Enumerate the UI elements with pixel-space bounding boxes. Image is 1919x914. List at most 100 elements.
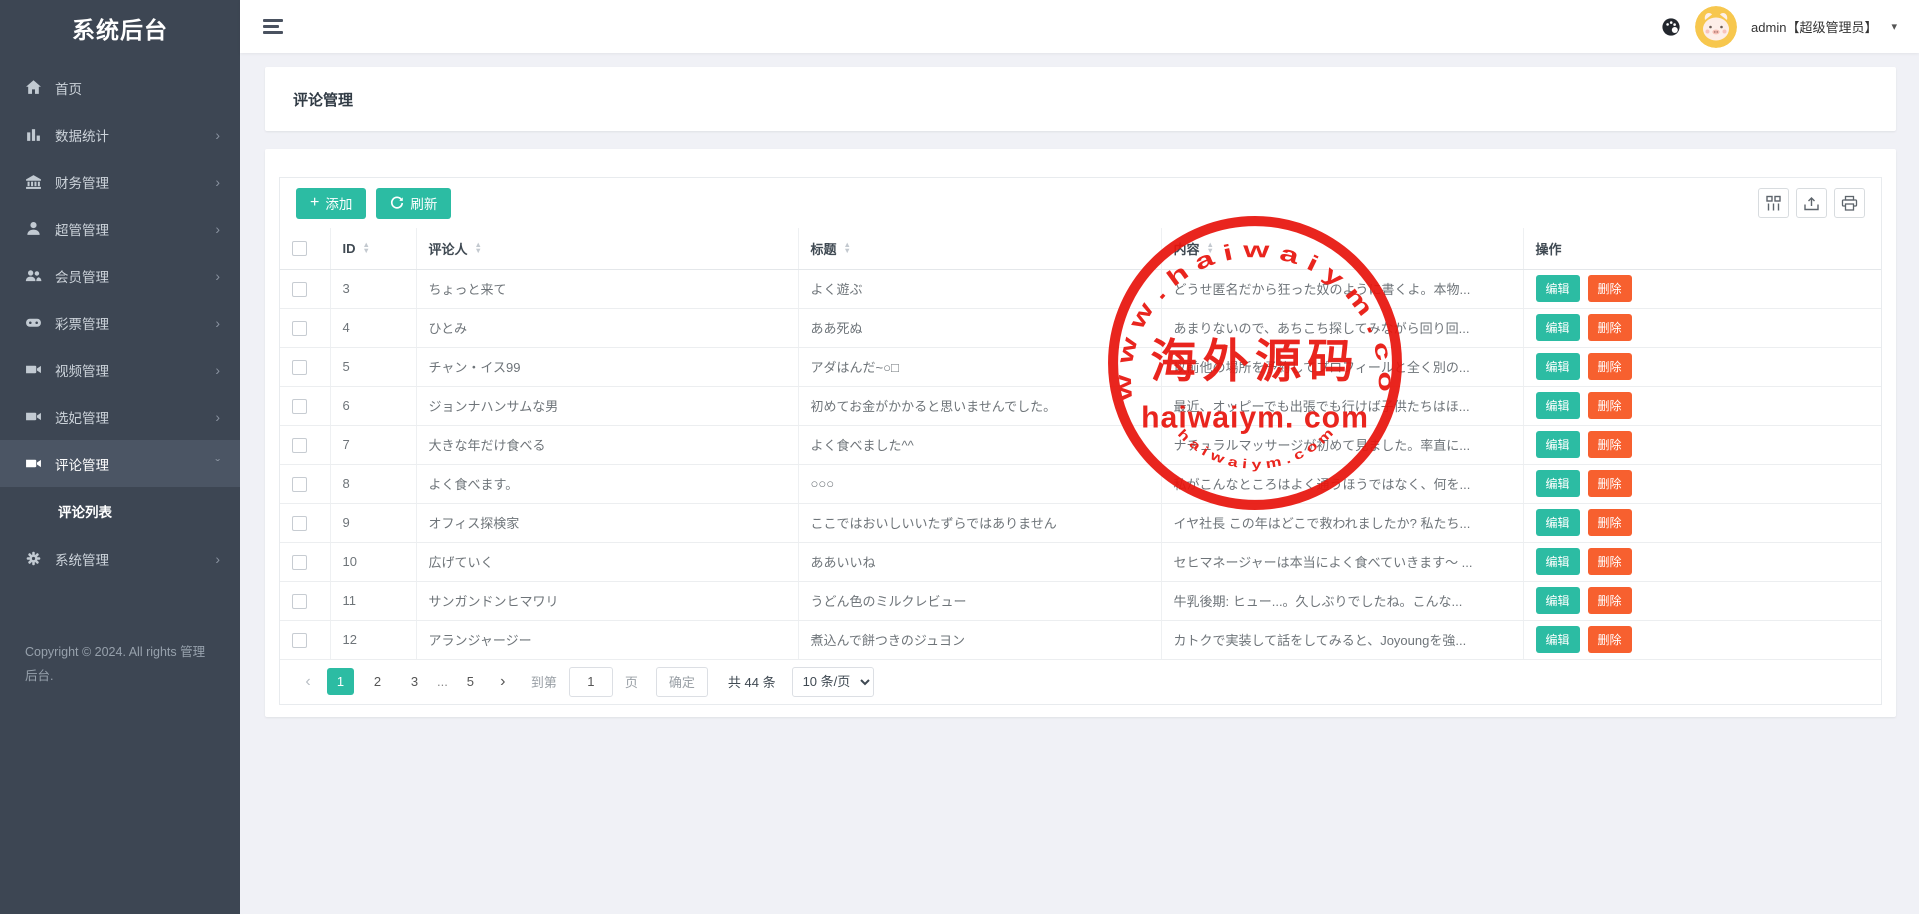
cell-reviewer: ひとみ xyxy=(416,308,798,347)
sidebar-item-system[interactable]: 系统管理 › xyxy=(0,535,240,582)
sidebar-item-xuanfei[interactable]: 选妃管理 › xyxy=(0,393,240,440)
avatar[interactable] xyxy=(1695,6,1737,48)
row-checkbox[interactable] xyxy=(292,282,307,297)
home-icon xyxy=(25,79,42,96)
cell-reviewer: ジョンナハンサムな男 xyxy=(416,386,798,425)
row-checkbox[interactable] xyxy=(292,477,307,492)
delete-button[interactable]: 删除 xyxy=(1588,353,1632,380)
header-reviewer[interactable]: 评论人▲▼ xyxy=(416,228,798,269)
cell-reviewer: 大きな年だけ食べる xyxy=(416,425,798,464)
chart-icon xyxy=(25,126,42,143)
edit-button[interactable]: 编辑 xyxy=(1536,392,1580,419)
table-row: 4 ひとみ ああ死ぬ あまりないので、あちこち探してみながら回り回... 编辑删… xyxy=(280,308,1881,347)
header-title[interactable]: 标题▲▼ xyxy=(798,228,1161,269)
cell-title: ○○○ xyxy=(798,464,1161,503)
sidebar-item-members[interactable]: 会员管理 › xyxy=(0,252,240,299)
sidebar-item-lottery[interactable]: 彩票管理 › xyxy=(0,299,240,346)
page-header-card: 评论管理 xyxy=(265,67,1896,131)
caret-down-icon[interactable]: ▾ xyxy=(1891,20,1897,33)
edit-button[interactable]: 编辑 xyxy=(1536,431,1580,458)
print-button[interactable] xyxy=(1834,188,1865,218)
sidebar-item-finance[interactable]: 财务管理 › xyxy=(0,158,240,205)
delete-button[interactable]: 删除 xyxy=(1588,470,1632,497)
cell-content: ナチュラルマッサージが初めて見ました。率直に... xyxy=(1161,425,1523,464)
edit-button[interactable]: 编辑 xyxy=(1536,509,1580,536)
cell-content: カトクで実装して話をしてみると、Joyoungを強... xyxy=(1161,620,1523,659)
row-checkbox[interactable] xyxy=(292,555,307,570)
cell-content: イヤ社長 この年はどこで救われましたか? 私たち... xyxy=(1161,503,1523,542)
edit-button[interactable]: 编辑 xyxy=(1536,275,1580,302)
cell-reviewer: アランジャージー xyxy=(416,620,798,659)
row-checkbox[interactable] xyxy=(292,633,307,648)
sidebar-item-stats[interactable]: 数据统计 › xyxy=(0,111,240,158)
prev-page-icon[interactable]: ‹ xyxy=(296,673,320,691)
page-button[interactable]: 3 xyxy=(401,668,428,695)
chevron-right-icon: › xyxy=(215,551,220,567)
columns-button[interactable] xyxy=(1758,188,1789,218)
sidebar-item-comments[interactable]: 评论管理 ˇ xyxy=(0,440,240,487)
cell-id: 6 xyxy=(330,386,416,425)
refresh-button[interactable]: 刷新 xyxy=(376,188,451,219)
sort-icon: ▲▼ xyxy=(1207,242,1214,254)
delete-button[interactable]: 删除 xyxy=(1588,431,1632,458)
palette-icon[interactable] xyxy=(1661,17,1681,37)
row-checkbox[interactable] xyxy=(292,594,307,609)
page-button[interactable]: 2 xyxy=(364,668,391,695)
edit-button[interactable]: 编辑 xyxy=(1536,548,1580,575)
delete-button[interactable]: 删除 xyxy=(1588,587,1632,614)
columns-icon xyxy=(1765,195,1782,212)
cell-reviewer: オフィス探検家 xyxy=(416,503,798,542)
page-button[interactable]: 5 xyxy=(457,668,484,695)
delete-button[interactable]: 删除 xyxy=(1588,548,1632,575)
sort-icon: ▲▼ xyxy=(844,242,851,254)
sidebar-item-label: 彩票管理 xyxy=(55,313,215,333)
page-button[interactable]: 1 xyxy=(327,668,354,695)
row-checkbox[interactable] xyxy=(292,360,307,375)
sidebar-item-superadmin[interactable]: 超管管理 › xyxy=(0,205,240,252)
add-button[interactable]: + 添加 xyxy=(296,188,366,219)
cell-title: よく遊ぶ xyxy=(798,269,1161,308)
row-checkbox[interactable] xyxy=(292,438,307,453)
delete-button[interactable]: 删除 xyxy=(1588,392,1632,419)
sidebar-item-label: 系统管理 xyxy=(55,549,215,569)
user-menu[interactable]: admin【超级管理员】 xyxy=(1751,17,1877,36)
pig-avatar-image xyxy=(1695,6,1737,48)
row-checkbox[interactable] xyxy=(292,321,307,336)
cell-reviewer: よく食べます。 xyxy=(416,464,798,503)
hamburger-icon[interactable] xyxy=(263,19,285,34)
next-page-icon[interactable]: › xyxy=(491,673,515,691)
header-id[interactable]: ID▲▼ xyxy=(330,228,416,269)
delete-button[interactable]: 删除 xyxy=(1588,626,1632,653)
edit-button[interactable]: 编辑 xyxy=(1536,587,1580,614)
goto-page-input[interactable] xyxy=(569,667,613,697)
select-all-checkbox[interactable] xyxy=(292,241,307,256)
edit-button[interactable]: 编辑 xyxy=(1536,626,1580,653)
row-checkbox[interactable] xyxy=(292,399,307,414)
sidebar-item-comment-list[interactable]: 评论列表 xyxy=(0,487,240,535)
cell-title: うどん色のミルクレビュー xyxy=(798,581,1161,620)
admin-app: 系统后台 首页 数据统计 › 财务管理 › 超管管理 › xyxy=(0,0,1919,914)
delete-button[interactable]: 删除 xyxy=(1588,275,1632,302)
sidebar-item-label: 评论管理 xyxy=(55,454,215,474)
header-content[interactable]: 内容▲▼ xyxy=(1161,228,1523,269)
cell-id: 4 xyxy=(330,308,416,347)
delete-button[interactable]: 删除 xyxy=(1588,314,1632,341)
refresh-icon xyxy=(390,196,404,210)
confirm-button[interactable]: 确定 xyxy=(656,667,708,697)
edit-button[interactable]: 编辑 xyxy=(1536,470,1580,497)
sidebar-item-label: 视频管理 xyxy=(55,360,215,380)
row-checkbox[interactable] xyxy=(292,516,307,531)
chevron-right-icon: › xyxy=(215,409,220,425)
chevron-right-icon: › xyxy=(215,127,220,143)
page-size-select[interactable]: 10 条/页 xyxy=(792,667,874,697)
export-button[interactable] xyxy=(1796,188,1827,218)
sidebar-item-home[interactable]: 首页 xyxy=(0,64,240,111)
sidebar-item-video[interactable]: 视频管理 › xyxy=(0,346,240,393)
sidebar-item-label: 财务管理 xyxy=(55,172,215,192)
total-count: 共 44 条 xyxy=(728,672,776,691)
table-row: 10 広げていく ああいいね セヒマネージャーは本当によく食べていきます～ ..… xyxy=(280,542,1881,581)
delete-button[interactable]: 删除 xyxy=(1588,509,1632,536)
page-title: 评论管理 xyxy=(293,89,353,110)
edit-button[interactable]: 编辑 xyxy=(1536,353,1580,380)
edit-button[interactable]: 编辑 xyxy=(1536,314,1580,341)
